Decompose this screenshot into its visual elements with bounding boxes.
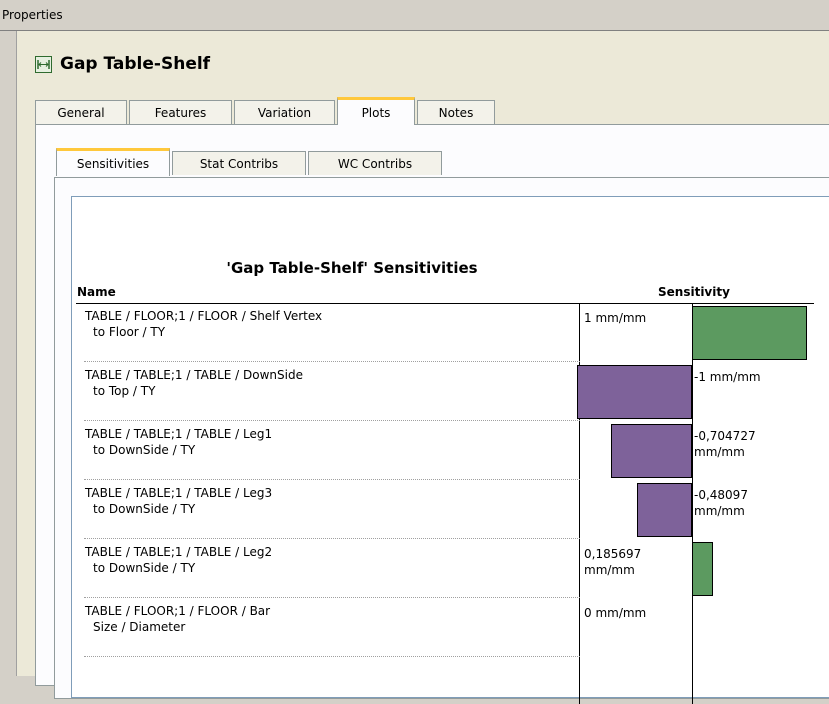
sensitivity-value: 0,185697 mm/mm (584, 546, 674, 578)
sensitivity-column-header: Sensitivity (658, 285, 730, 299)
row-separator (84, 656, 580, 657)
sensitivity-value-line1: -0,704727 (694, 429, 756, 443)
row-separator (84, 361, 580, 362)
properties-panel: Gap Table-Shelf General Features Variati… (16, 31, 829, 704)
contributor-name: TABLE / FLOOR;1 / FLOOR / Shelf Vertex to… (85, 308, 565, 340)
tab-features[interactable]: Features (129, 100, 232, 124)
sensitivity-bar (636, 483, 692, 537)
sensitivity-bar (577, 365, 692, 419)
contributor-name-line1: TABLE / TABLE;1 / TABLE / Leg2 (85, 545, 273, 559)
contributor-name-line1: TABLE / FLOOR;1 / FLOOR / Bar (85, 604, 271, 618)
tab-notes[interactable]: Notes (417, 100, 495, 124)
contributor-name-line2: Size / Diameter (93, 620, 186, 634)
plots-tab-panel: Sensitivities Stat Contribs WC Contribs … (35, 124, 829, 704)
sensitivity-value-line2: mm/mm (694, 445, 745, 459)
sensitivity-bar (610, 424, 692, 478)
tab-wc-contribs[interactable]: WC Contribs (308, 151, 442, 175)
row-separator (84, 597, 580, 598)
sensitivity-bar (692, 542, 714, 596)
tab-plots[interactable]: Plots (337, 97, 415, 125)
contributor-name-line1: TABLE / TABLE;1 / TABLE / Leg3 (85, 486, 273, 500)
window-title: Properties (2, 8, 63, 22)
sensitivity-value-line1: -1 mm/mm (694, 370, 761, 384)
object-title: Gap Table-Shelf (60, 54, 211, 74)
sensitivity-value-line2: mm/mm (694, 504, 745, 518)
report-title: 'Gap Table-Shelf' Sensitivities (226, 259, 478, 277)
sensitivity-report[interactable]: 'Gap Table-Shelf' Sensitivities Name Sen… (71, 196, 829, 704)
sensitivity-row: TABLE / FLOOR;1 / FLOOR / Shelf Vertex to… (72, 304, 829, 362)
contributor-name-line1: TABLE / TABLE;1 / TABLE / Leg1 (85, 427, 273, 441)
contributor-name-line2: to DownSide / TY (93, 502, 196, 516)
row-separator (84, 420, 580, 421)
contributor-name-line1: TABLE / TABLE;1 / TABLE / DownSide (85, 368, 303, 382)
contributor-name: TABLE / TABLE;1 / TABLE / DownSide to Top… (85, 367, 565, 399)
contributor-name-line2: to DownSide / TY (93, 561, 196, 575)
sensitivity-row: TABLE / TABLE;1 / TABLE / Leg3 to DownSid… (72, 481, 829, 539)
contributor-name: TABLE / TABLE;1 / TABLE / Leg3 to DownSid… (85, 485, 565, 517)
sensitivity-value-line1: -0,48097 (694, 488, 748, 502)
sensitivity-row: TABLE / TABLE;1 / TABLE / Leg2 to DownSid… (72, 540, 829, 598)
sensitivity-value: -0,48097 mm/mm (694, 487, 784, 519)
sensitivity-value: -0,704727 mm/mm (694, 428, 784, 460)
tab-sensitivities[interactable]: Sensitivities (56, 148, 170, 176)
sub-tab-strip: Sensitivities Stat Contribs WC Contribs (56, 148, 444, 176)
sensitivity-bar (692, 306, 807, 360)
sensitivity-value: 0 mm/mm (584, 605, 674, 621)
sensitivity-value-line1: 0,185697 (584, 547, 642, 561)
contributor-name-line1: TABLE / FLOOR;1 / FLOOR / Shelf Vertex (85, 309, 323, 323)
tab-general[interactable]: General (35, 100, 127, 124)
tab-variation[interactable]: Variation (234, 100, 335, 124)
contributor-name-line2: to Top / TY (93, 384, 156, 398)
name-column-header: Name (77, 285, 116, 299)
row-separator (84, 538, 580, 539)
contributor-name-line2: to Floor / TY (93, 325, 166, 339)
sensitivity-value-line1: 1 mm/mm (584, 311, 647, 325)
sensitivity-row: TABLE / TABLE;1 / TABLE / DownSide to Top… (72, 363, 829, 421)
contributor-name: TABLE / FLOOR;1 / FLOOR / Bar Size / Diam… (85, 603, 565, 635)
object-heading: Gap Table-Shelf (35, 53, 210, 75)
sensitivity-row: TABLE / FLOOR;1 / FLOOR / Bar Size / Diam… (72, 599, 829, 657)
window-titlebar: Properties (0, 0, 829, 31)
tab-stat-contribs[interactable]: Stat Contribs (172, 151, 306, 175)
sensitivity-value-line2: mm/mm (584, 563, 635, 577)
row-separator (84, 479, 580, 480)
contributor-name: TABLE / TABLE;1 / TABLE / Leg2 to DownSid… (85, 544, 565, 576)
dimension-gap-icon (35, 55, 52, 73)
sensitivity-row: TABLE / TABLE;1 / TABLE / Leg1 to DownSid… (72, 422, 829, 480)
main-tab-strip: General Features Variation Plots Notes (35, 97, 497, 125)
sensitivity-value: -1 mm/mm (694, 369, 784, 385)
sensitivities-panel: 'Gap Table-Shelf' Sensitivities Name Sen… (54, 177, 829, 704)
contributor-name-line2: to DownSide / TY (93, 443, 196, 457)
contributor-name: TABLE / TABLE;1 / TABLE / Leg1 to DownSid… (85, 426, 565, 458)
sensitivity-value-line1: 0 mm/mm (584, 606, 647, 620)
sensitivity-value: 1 mm/mm (584, 310, 674, 326)
